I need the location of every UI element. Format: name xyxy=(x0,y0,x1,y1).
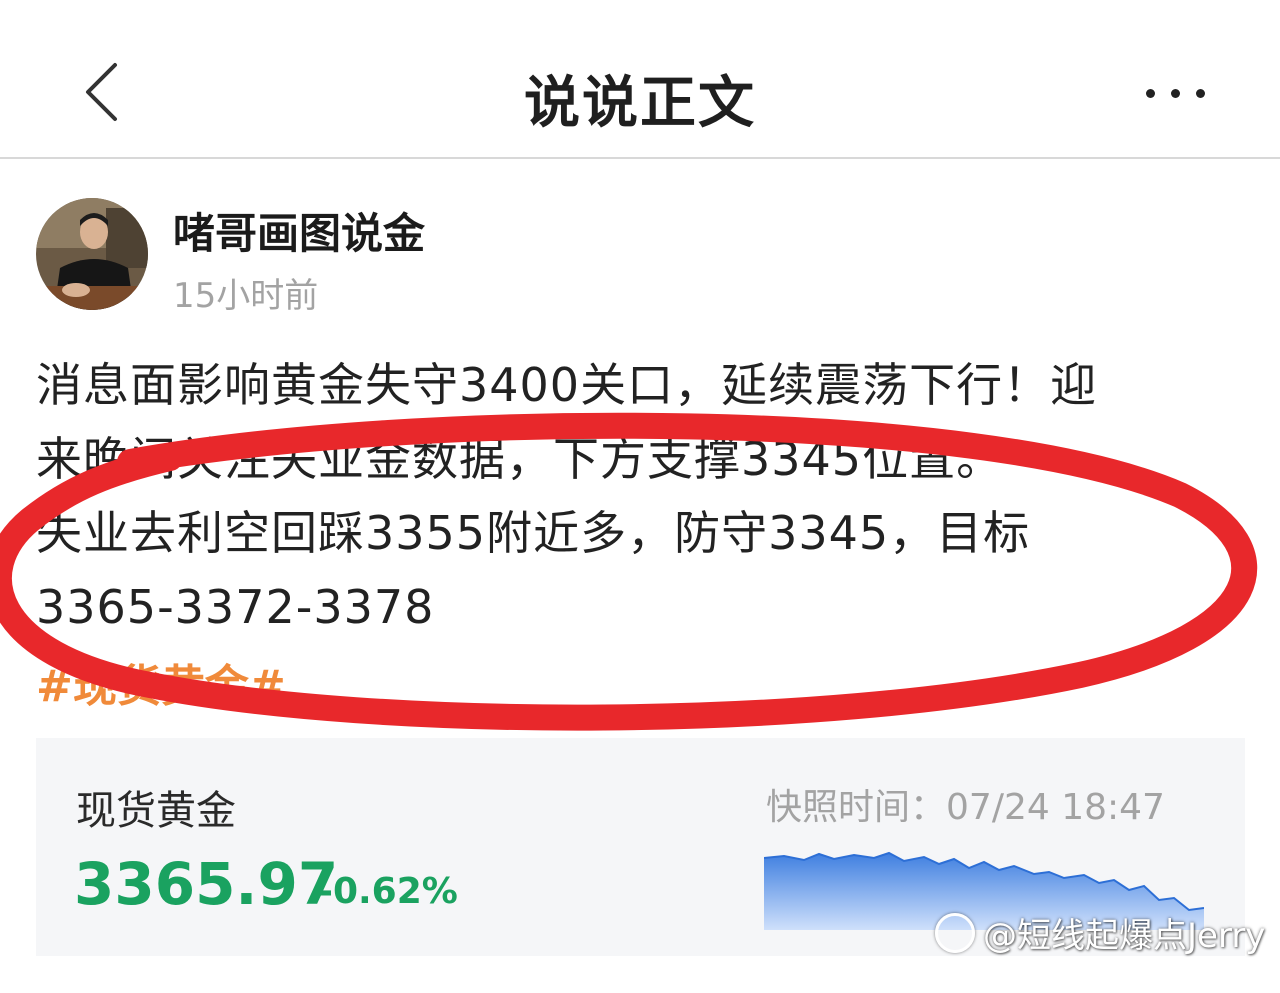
top-bar: 说说正文 xyxy=(0,0,1280,157)
post-time: 15小时前 xyxy=(173,276,319,316)
header-divider xyxy=(0,157,1280,159)
snapshot-label: 快照时间： xyxy=(766,787,947,828)
page-title: 说说正文 xyxy=(524,71,756,136)
post-content: 消息面影响黄金失守3400关口，延续震荡下行！迎 来晚间关注失业金数据，下方支撑… xyxy=(36,348,1251,644)
more-horizontal-icon xyxy=(1145,88,1155,98)
post-line: 3365-3372-3378 xyxy=(36,580,435,634)
instrument-name: 现货黄金 xyxy=(76,788,236,834)
instrument-price: 3365.97 xyxy=(74,850,339,918)
price-change: -0.62% xyxy=(318,871,458,912)
topic-hashtag[interactable]: #现货黄金# xyxy=(36,650,286,714)
snapshot-value: 07/24 18:47 xyxy=(946,787,1165,828)
watermark: @短线起爆点Jerry xyxy=(935,908,1265,957)
watermark-logo-icon xyxy=(935,913,975,953)
post-line: 来晚间关注失业金数据，下方支撑3345位置。 xyxy=(36,432,1004,486)
post-line: 失业去利空回踩3355附近多，防守3345，目标 xyxy=(36,506,1031,560)
author-name[interactable]: 啫哥画图说金 xyxy=(173,200,425,261)
more-button[interactable] xyxy=(1135,78,1215,108)
avatar[interactable] xyxy=(36,198,148,310)
post-line: 消息面影响黄金失守3400关口，延续震荡下行！迎 xyxy=(36,358,1098,412)
snapshot-time: 快照时间：07/24 18:47 xyxy=(766,778,1165,830)
